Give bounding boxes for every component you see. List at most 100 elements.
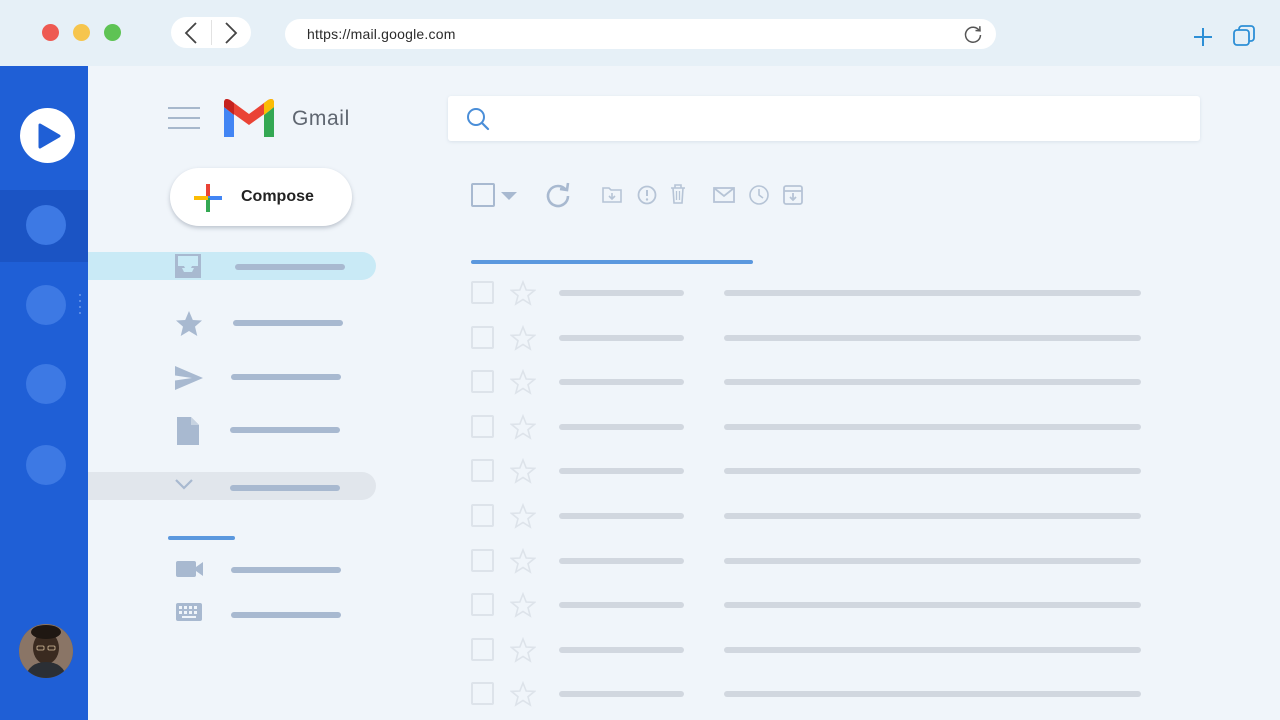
reload-icon[interactable] xyxy=(962,23,984,45)
url-text: https://mail.google.com xyxy=(307,26,456,42)
email-row[interactable] xyxy=(470,591,1142,621)
subject-placeholder xyxy=(724,513,1141,519)
row-checkbox[interactable] xyxy=(471,593,494,617)
main-menu-button[interactable] xyxy=(168,107,200,131)
compose-label: Compose xyxy=(241,188,314,205)
subject-placeholder xyxy=(724,468,1141,475)
star-icon[interactable] xyxy=(510,636,536,663)
rail-item-1[interactable] xyxy=(26,205,66,245)
star-icon[interactable] xyxy=(174,309,204,339)
star-icon[interactable] xyxy=(510,458,536,485)
email-row[interactable] xyxy=(470,457,1142,487)
select-dropdown-icon[interactable] xyxy=(500,190,518,202)
rail-item-3[interactable] xyxy=(26,364,66,404)
subject-placeholder xyxy=(724,602,1141,609)
draft-icon[interactable] xyxy=(174,416,204,446)
star-icon[interactable] xyxy=(510,592,536,618)
search-icon[interactable] xyxy=(466,107,490,131)
email-row[interactable] xyxy=(470,368,1142,398)
chevron-left-icon xyxy=(184,21,197,44)
rail-item-2[interactable] xyxy=(26,285,66,325)
inbox-icon xyxy=(175,254,201,278)
minimize-window-dot[interactable] xyxy=(73,24,90,41)
sidebar-item-label xyxy=(235,264,345,270)
row-checkbox[interactable] xyxy=(471,370,494,394)
select-all-checkbox[interactable] xyxy=(471,183,495,207)
back-button[interactable] xyxy=(171,17,211,48)
move-to-icon[interactable] xyxy=(601,185,623,205)
rail-item-4[interactable] xyxy=(26,445,66,485)
forward-button[interactable] xyxy=(211,17,251,48)
meet-section-divider xyxy=(168,536,235,540)
sidebar-item-label xyxy=(230,427,340,433)
star-icon[interactable] xyxy=(510,324,536,351)
row-checkbox[interactable] xyxy=(471,504,494,527)
row-checkbox[interactable] xyxy=(471,281,494,304)
sender-placeholder xyxy=(559,691,684,698)
sidebar-item-label xyxy=(233,320,343,326)
star-icon[interactable] xyxy=(510,369,536,395)
refresh-icon[interactable] xyxy=(544,181,572,209)
star-icon[interactable] xyxy=(510,503,536,529)
sender-placeholder xyxy=(559,379,684,386)
sidebar-item-label xyxy=(231,612,341,618)
app-logo[interactable] xyxy=(20,108,75,163)
avatar[interactable] xyxy=(19,624,73,678)
email-row[interactable] xyxy=(470,502,1142,532)
sender-placeholder xyxy=(559,602,684,609)
chevron-down-icon xyxy=(175,479,193,490)
row-checkbox[interactable] xyxy=(471,682,494,706)
sender-placeholder xyxy=(559,334,684,341)
email-row[interactable] xyxy=(470,636,1142,666)
subject-placeholder xyxy=(724,334,1141,341)
sender-placeholder xyxy=(559,557,684,564)
sender-placeholder xyxy=(559,468,684,475)
email-row[interactable] xyxy=(470,547,1142,577)
play-logo-icon xyxy=(38,123,60,148)
email-row[interactable] xyxy=(470,413,1142,443)
browser-chrome: https://mail.google.com xyxy=(0,0,1280,66)
star-icon[interactable] xyxy=(510,681,536,708)
compose-button[interactable]: Compose xyxy=(170,168,352,226)
primary-tab-indicator[interactable] xyxy=(471,260,753,264)
video-icon[interactable] xyxy=(175,554,205,584)
keyboard-icon[interactable] xyxy=(174,598,204,628)
subject-placeholder xyxy=(724,646,1141,653)
gmail-logo-icon xyxy=(224,99,274,137)
new-tab-icon[interactable] xyxy=(1191,25,1215,49)
app-rail xyxy=(0,66,88,720)
subject-placeholder xyxy=(724,557,1141,564)
sidebar-item-label xyxy=(231,374,341,380)
row-checkbox[interactable] xyxy=(471,637,494,661)
email-row[interactable] xyxy=(470,279,1142,309)
address-bar[interactable]: https://mail.google.com xyxy=(285,19,996,49)
subject-placeholder xyxy=(724,379,1141,386)
nav-buttons xyxy=(171,17,251,48)
archive-icon[interactable] xyxy=(782,184,804,206)
email-row[interactable] xyxy=(470,324,1142,354)
search-bar[interactable] xyxy=(448,96,1200,141)
row-checkbox[interactable] xyxy=(471,414,494,438)
star-icon[interactable] xyxy=(510,280,536,306)
sender-placeholder xyxy=(559,646,684,653)
snooze-icon[interactable] xyxy=(748,184,770,206)
subject-placeholder xyxy=(724,290,1141,296)
row-checkbox[interactable] xyxy=(471,459,494,483)
app-title: Gmail xyxy=(292,107,350,130)
rail-resize-handle[interactable] xyxy=(79,294,82,318)
report-spam-icon[interactable] xyxy=(636,184,658,206)
subject-placeholder xyxy=(724,691,1141,698)
email-row[interactable] xyxy=(470,680,1142,710)
maximize-window-dot[interactable] xyxy=(104,24,121,41)
sidebar-item-label xyxy=(231,567,341,573)
star-icon[interactable] xyxy=(510,413,536,440)
user-photo xyxy=(19,624,73,678)
mark-as-read-icon[interactable] xyxy=(712,185,736,205)
star-icon[interactable] xyxy=(510,547,536,574)
row-checkbox[interactable] xyxy=(471,548,494,572)
close-window-dot[interactable] xyxy=(42,24,59,41)
send-icon[interactable] xyxy=(174,363,204,393)
delete-icon[interactable] xyxy=(668,183,688,205)
row-checkbox[interactable] xyxy=(471,325,494,349)
tabs-overview-icon[interactable] xyxy=(1232,24,1256,48)
